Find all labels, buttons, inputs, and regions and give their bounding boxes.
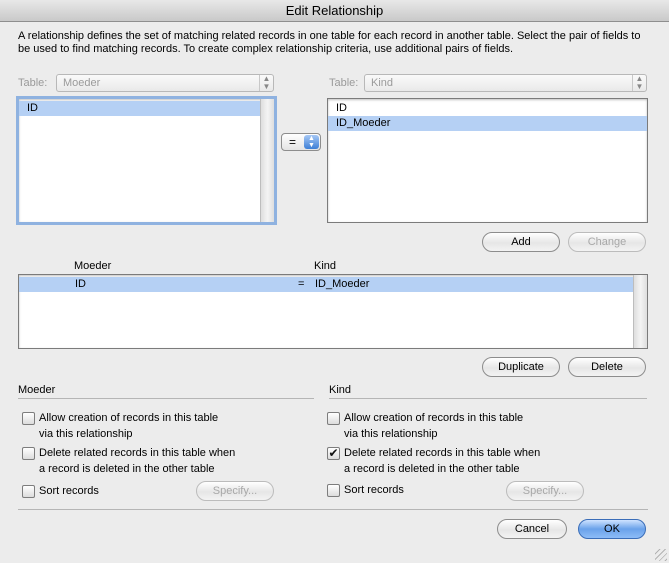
divider bbox=[329, 398, 647, 399]
divider bbox=[18, 509, 648, 510]
right-options-header: Kind bbox=[329, 384, 352, 396]
criteria-scrollbar[interactable] bbox=[633, 275, 647, 348]
right-delete-related-label: Delete related records in this table whe… bbox=[344, 447, 541, 459]
resize-grip-icon[interactable] bbox=[655, 549, 667, 561]
left-table-popup[interactable]: Moeder ▲ ▼ bbox=[56, 74, 274, 92]
left-table-value: Moeder bbox=[63, 77, 101, 89]
left-field-list[interactable]: ID bbox=[16, 96, 277, 225]
right-field-list[interactable]: ID ID_Moeder bbox=[327, 98, 648, 223]
add-button[interactable]: Add bbox=[482, 232, 560, 252]
criteria-operator: = bbox=[298, 278, 305, 290]
left-delete-related-label: Delete related records in this table whe… bbox=[39, 447, 236, 459]
left-list-scrollbar[interactable] bbox=[260, 99, 274, 222]
left-allow-creation-label-line2: via this relationship bbox=[39, 428, 133, 440]
delete-button[interactable]: Delete bbox=[568, 357, 646, 377]
left-options-header: Moeder bbox=[18, 384, 56, 396]
duplicate-button[interactable]: Duplicate bbox=[482, 357, 560, 377]
popup-arrows-icon: ▲ ▼ bbox=[632, 75, 646, 91]
criteria-right-field: ID_Moeder bbox=[315, 278, 370, 290]
left-sort-records-checkbox[interactable] bbox=[22, 485, 35, 498]
popup-arrows-icon: ▲ ▼ bbox=[304, 135, 319, 149]
left-specify-button[interactable]: Specify... bbox=[196, 481, 274, 501]
list-item[interactable]: ID_Moeder bbox=[328, 116, 647, 131]
left-delete-related-label-line2: a record is deleted in the other table bbox=[39, 463, 215, 475]
list-item[interactable]: ID bbox=[328, 101, 647, 116]
right-allow-creation-label-line2: via this relationship bbox=[344, 428, 438, 440]
right-table-popup[interactable]: Kind ▲ ▼ bbox=[364, 74, 647, 92]
right-allow-creation-checkbox[interactable] bbox=[327, 412, 340, 425]
criteria-col-left-header: Moeder bbox=[74, 260, 112, 272]
left-allow-creation-label: Allow creation of records in this table bbox=[39, 412, 219, 424]
cancel-button[interactable]: Cancel bbox=[497, 519, 567, 539]
checkmark-icon: ✔ bbox=[328, 446, 339, 460]
divider bbox=[18, 398, 314, 399]
description-text: A relationship defines the set of matchi… bbox=[18, 30, 641, 55]
criteria-list[interactable]: ID = ID_Moeder bbox=[18, 274, 648, 349]
left-delete-related-checkbox[interactable] bbox=[22, 447, 35, 460]
left-sort-records-label: Sort records bbox=[39, 485, 99, 497]
left-allow-creation-checkbox[interactable] bbox=[22, 412, 35, 425]
operator-value: = bbox=[289, 135, 297, 149]
right-specify-button[interactable]: Specify... bbox=[506, 481, 584, 501]
ok-button[interactable]: OK bbox=[578, 519, 646, 539]
operator-popup[interactable]: = ▲ ▼ bbox=[281, 133, 321, 151]
right-sort-records-label: Sort records bbox=[344, 484, 404, 496]
change-button[interactable]: Change bbox=[568, 232, 646, 252]
list-item[interactable]: ID bbox=[19, 101, 260, 116]
left-table-label: Table: bbox=[18, 77, 48, 89]
right-delete-related-label-line2: a record is deleted in the other table bbox=[344, 463, 520, 475]
table-row[interactable]: ID = ID_Moeder bbox=[19, 277, 633, 292]
right-table-label: Table: bbox=[329, 77, 359, 89]
right-allow-creation-label: Allow creation of records in this table bbox=[344, 412, 524, 424]
right-table-value: Kind bbox=[371, 77, 394, 89]
right-delete-related-checkbox[interactable]: ✔ bbox=[327, 447, 340, 460]
criteria-left-field: ID bbox=[75, 278, 86, 290]
popup-arrows-icon: ▲ ▼ bbox=[259, 75, 273, 91]
window-title: Edit Relationship bbox=[0, 0, 669, 22]
criteria-col-right-header: Kind bbox=[314, 260, 337, 272]
right-sort-records-checkbox[interactable] bbox=[327, 484, 340, 497]
